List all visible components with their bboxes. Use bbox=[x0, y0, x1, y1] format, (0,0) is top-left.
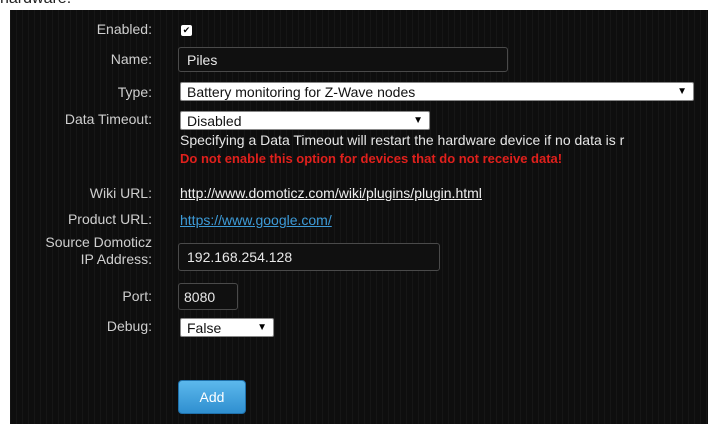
type-label: Type: bbox=[117, 84, 152, 100]
data-timeout-label: Data Timeout: bbox=[64, 111, 152, 127]
name-label: Name: bbox=[110, 51, 152, 67]
enabled-checkbox[interactable]: ✔ bbox=[181, 25, 192, 36]
dropdown-arrow-icon: ▼ bbox=[257, 322, 267, 333]
dropdown-arrow-icon: ▼ bbox=[677, 86, 687, 97]
type-select[interactable]: Battery monitoring for Z-Wave nodes ▼ bbox=[180, 82, 694, 101]
hardware-settings-panel: Enabled: ✔ Name: Type: Battery monitorin… bbox=[10, 10, 708, 424]
wiki-url-link[interactable]: http://www.domoticz.com/wiki/plugins/plu… bbox=[180, 185, 482, 201]
type-selected-value: Battery monitoring for Z-Wave nodes bbox=[187, 83, 416, 100]
data-timeout-warning-text: Do not enable this option for devices th… bbox=[180, 151, 563, 166]
add-button[interactable]: Add bbox=[178, 380, 246, 414]
name-input[interactable] bbox=[178, 47, 508, 72]
dropdown-arrow-icon: ▼ bbox=[413, 115, 423, 126]
data-timeout-selected-value: Disabled bbox=[187, 112, 242, 129]
source-ip-label: Source Domoticz IP Address: bbox=[45, 234, 152, 268]
data-timeout-help-text: Specifying a Data Timeout will restart t… bbox=[180, 132, 625, 148]
data-timeout-select[interactable]: Disabled ▼ bbox=[180, 111, 430, 130]
product-url-link[interactable]: https://www.google.com/ bbox=[180, 212, 332, 228]
source-ip-label-line1: Source Domoticz bbox=[45, 234, 152, 250]
debug-label: Debug: bbox=[106, 318, 152, 334]
wiki-url-label: Wiki URL: bbox=[89, 185, 152, 201]
product-url-label: Product URL: bbox=[67, 211, 152, 227]
debug-select[interactable]: False ▼ bbox=[180, 318, 274, 337]
debug-selected-value: False bbox=[187, 319, 222, 336]
port-label: Port: bbox=[122, 288, 152, 304]
port-input[interactable] bbox=[178, 283, 238, 310]
source-ip-label-line2: IP Address: bbox=[80, 251, 152, 267]
check-icon: ✔ bbox=[182, 25, 191, 35]
enabled-label: Enabled: bbox=[96, 21, 152, 37]
source-ip-input[interactable] bbox=[178, 243, 440, 271]
